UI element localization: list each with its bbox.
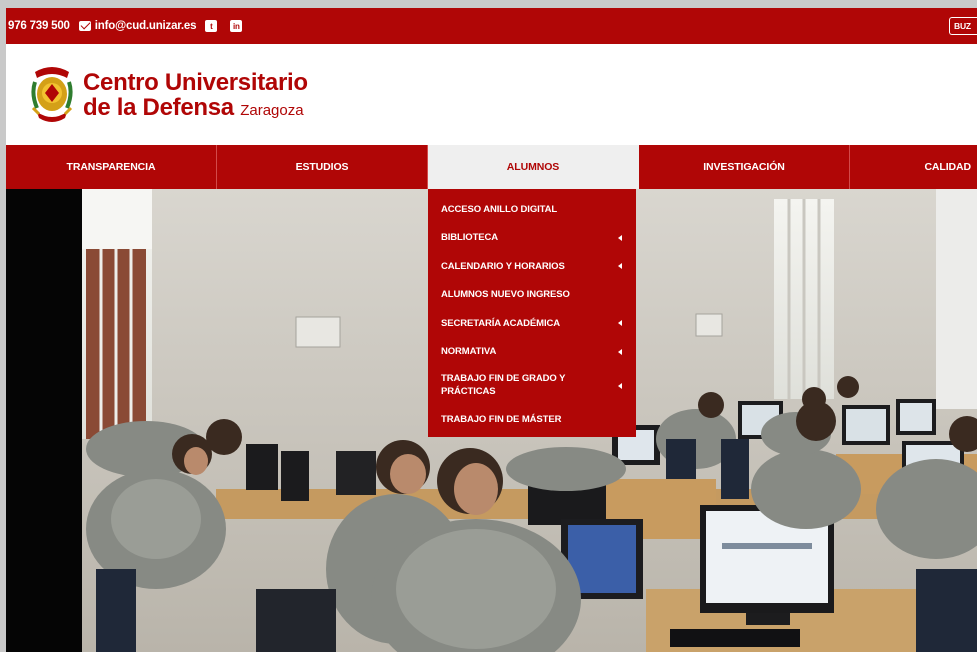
- menu-item-label: CALENDARIO Y HORARIOS: [441, 260, 565, 272]
- top-contact-bar: 976 739 500 info@cud.unizar.es t in BUZ: [6, 8, 977, 44]
- menu-item-label: TRABAJO FIN DE GRADO Y PRÁCTICAS: [441, 373, 565, 399]
- main-nav: TRANSPARENCIA ESTUDIOS ALUMNOS INVESTIGA…: [6, 145, 977, 189]
- brand-line2-text: de la Defensa: [83, 93, 234, 121]
- nav-transparencia[interactable]: TRANSPARENCIA: [6, 145, 217, 189]
- phone-number[interactable]: 976 739 500: [8, 20, 70, 32]
- menu-item-label: NORMATIVA: [441, 346, 497, 358]
- site-logo[interactable]: Centro Universitario de la Defensa Zarag…: [29, 64, 308, 126]
- nav-estudios[interactable]: ESTUDIOS: [217, 145, 428, 189]
- nav-investigacion[interactable]: INVESTIGACIÓN: [639, 145, 850, 189]
- menu-item-label: ALUMNOS NUEVO INGRESO: [441, 289, 570, 301]
- menu-item-trabajo-fin-grado[interactable]: TRABAJO FIN DE GRADO Y PRÁCTICAS: [428, 366, 636, 405]
- crest-icon: [31, 67, 73, 122]
- mail-icon: [78, 21, 91, 31]
- menu-item-calendario-horarios[interactable]: CALENDARIO Y HORARIOS: [428, 252, 636, 281]
- menu-item-biblioteca[interactable]: BIBLIOTECA: [428, 224, 636, 253]
- email-text: info@cud.unizar.es: [94, 20, 197, 32]
- menu-item-label-line1: TRABAJO FIN DE GRADO Y: [441, 372, 566, 384]
- menu-item-label: SECRETARÍA ACADÉMICA: [441, 317, 561, 329]
- nav-alumnos[interactable]: ALUMNOS: [428, 145, 639, 189]
- menu-item-trabajo-fin-master[interactable]: TRABAJO FIN DE MÁSTER: [428, 405, 636, 434]
- menu-item-acceso-anillo-digital[interactable]: ACCESO ANILLO DIGITAL: [428, 195, 636, 224]
- caret-left-icon: [618, 348, 622, 355]
- menu-item-label: TRABAJO FIN DE MÁSTER: [441, 413, 562, 425]
- email-link[interactable]: info@cud.unizar.es: [78, 20, 197, 32]
- menu-item-secretaria-academica[interactable]: SECRETARÍA ACADÉMICA: [428, 309, 636, 338]
- caret-left-icon: [618, 382, 622, 389]
- menu-item-label-line2: PRÁCTICAS: [441, 385, 496, 397]
- twitter-icon[interactable]: t: [205, 20, 218, 32]
- menu-item-label: ACCESO ANILLO DIGITAL: [441, 203, 558, 215]
- menu-item-normativa[interactable]: NORMATIVA: [428, 338, 636, 367]
- brand-line2: de la Defensa Zaragoza: [83, 93, 308, 121]
- browser-viewport: 976 739 500 info@cud.unizar.es t in BUZ …: [6, 8, 977, 652]
- alumnos-dropdown: ACCESO ANILLO DIGITAL BIBLIOTECA CALENDA…: [428, 189, 636, 437]
- buzon-button[interactable]: BUZ: [949, 17, 977, 35]
- menu-item-alumnos-nuevo-ingreso[interactable]: ALUMNOS NUEVO INGRESO: [428, 281, 636, 310]
- caret-left-icon: [618, 234, 622, 241]
- brand-city: Zaragoza: [240, 101, 304, 119]
- brand-text: Centro Universitario de la Defensa Zarag…: [83, 68, 308, 121]
- linkedin-icon[interactable]: in: [230, 20, 243, 32]
- nav-calidad[interactable]: CALIDAD: [850, 145, 977, 189]
- caret-left-icon: [618, 320, 622, 327]
- brand-line1: Centro Universitario: [83, 68, 308, 96]
- menu-item-label: BIBLIOTECA: [441, 232, 499, 244]
- caret-left-icon: [618, 263, 622, 270]
